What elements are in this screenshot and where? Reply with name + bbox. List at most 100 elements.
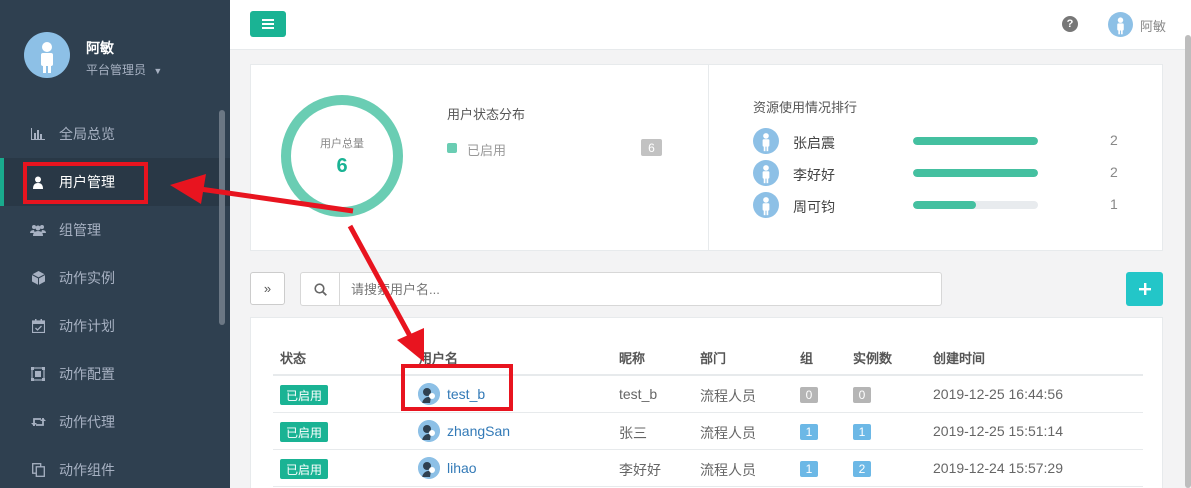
avatar — [753, 192, 779, 218]
avatar — [418, 457, 440, 479]
config-icon — [30, 366, 46, 382]
sidebar-scrollbar[interactable] — [219, 110, 225, 325]
column-header-instances[interactable]: 实例数 — [853, 348, 892, 367]
users-icon — [30, 222, 46, 238]
department-cell: 流程人员 — [700, 462, 756, 478]
ranking-progress-bar — [913, 137, 1038, 145]
expand-button[interactable]: » — [250, 272, 285, 305]
table-row: 已启用 zhangSan 张三 流程人员 1 1 2019-12-25 15:5… — [273, 413, 1143, 450]
sidebar-item-overview[interactable]: 全局总览 — [0, 110, 230, 158]
sidebar-item-action-instances[interactable]: 动作实例 — [0, 254, 230, 302]
profile-role-label: 平台管理员 — [86, 63, 147, 77]
annotation-highlight-box — [23, 162, 148, 204]
status-badge: 已启用 — [280, 459, 329, 479]
sidebar-item-action-agents[interactable]: 动作代理 — [0, 398, 230, 446]
page-scrollbar[interactable] — [1185, 35, 1191, 488]
ranking-progress-fill — [913, 137, 1038, 145]
search-addon — [301, 273, 340, 305]
ranking-count: 1 — [1110, 196, 1118, 212]
department-cell: 流程人员 — [700, 425, 756, 441]
stats-panel: 用户总量 6 用户状态分布 已启用 6 资源使用情况排行 张启震 2 李好好 2… — [250, 64, 1163, 251]
cube-icon — [30, 270, 46, 286]
username-link[interactable]: lihao — [447, 460, 477, 476]
double-chevron-right-icon: » — [263, 281, 272, 296]
column-header-group[interactable]: 组 — [800, 348, 813, 367]
username-link[interactable]: zhangSan — [447, 423, 510, 439]
avatar — [418, 420, 440, 442]
group-count-badge: 1 — [800, 461, 818, 477]
user-silhouette-icon — [762, 133, 770, 152]
help-icon[interactable]: ? — [1062, 16, 1078, 32]
total-users-label: 用户总量 — [320, 137, 364, 150]
hamburger-icon — [262, 19, 274, 29]
search-icon — [313, 282, 327, 296]
department-cell: 流程人员 — [700, 388, 756, 404]
sidebar-item-action-plans[interactable]: 动作计划 — [0, 302, 230, 350]
legend-label: 已启用 — [467, 143, 507, 158]
user-silhouette-icon — [41, 42, 53, 73]
ranking-name: 李好好 — [793, 167, 835, 183]
instance-count-badge: 2 — [853, 461, 871, 477]
nickname-cell: 张三 — [619, 425, 647, 441]
sidebar-item-label: 动作组件 — [59, 462, 115, 478]
topbar-user-name[interactable]: 阿敏 — [1140, 16, 1166, 35]
column-header-created[interactable]: 创建时间 — [933, 348, 985, 367]
ranking-progress-bar — [913, 201, 1038, 209]
distribution-title: 用户状态分布 — [447, 107, 526, 122]
profile-section: 阿敏 平台管理员 ▼ — [0, 0, 230, 110]
ranking-row: 周可钧 1 — [753, 192, 1133, 218]
user-silhouette-icon — [762, 165, 770, 184]
avatar[interactable] — [24, 32, 70, 78]
total-users-value: 6 — [336, 154, 348, 177]
total-users-ring: 用户总量 6 — [281, 95, 403, 217]
sidebar-item-groups[interactable]: 组管理 — [0, 206, 230, 254]
column-header-status[interactable]: 状态 — [280, 348, 306, 367]
calendar-icon — [30, 318, 46, 334]
sidebar-item-action-components[interactable]: 动作组件 — [0, 446, 230, 488]
legend-swatch — [447, 143, 457, 153]
user-silhouette-icon — [1117, 17, 1124, 35]
ranking-progress-fill — [913, 169, 1038, 177]
caret-down-icon: ▼ — [153, 66, 163, 76]
copy-icon — [30, 462, 46, 478]
add-user-button[interactable] — [1126, 272, 1163, 306]
ranking-progress-bar — [913, 169, 1038, 177]
annotation-highlight-box — [401, 364, 513, 411]
sidebar-item-label: 动作计划 — [59, 318, 115, 334]
avatar — [753, 160, 779, 186]
sidebar: 阿敏 平台管理员 ▼ 全局总览 用户管理 组管理 动作实例 动作计划 动作配置 … — [0, 0, 230, 488]
user-silhouette-icon — [762, 197, 770, 216]
group-count-badge: 0 — [800, 387, 818, 403]
sidebar-item-action-config[interactable]: 动作配置 — [0, 350, 230, 398]
sidebar-item-label: 全局总览 — [59, 126, 115, 142]
instance-count-badge: 1 — [853, 424, 871, 440]
sidebar-item-label: 动作实例 — [59, 270, 115, 286]
nickname-cell: 李好好 — [619, 462, 661, 478]
search-input[interactable] — [341, 273, 941, 305]
ranking-name: 张启震 — [793, 135, 835, 151]
plus-icon — [1138, 283, 1151, 295]
table-row: 已启用 lihao 李好好 流程人员 1 2 2019-12-24 15:57:… — [273, 450, 1143, 487]
profile-role-dropdown[interactable]: 平台管理员 ▼ — [86, 61, 162, 78]
ranking-count: 2 — [1110, 164, 1118, 180]
ranking-name: 周可钧 — [793, 199, 835, 215]
sidebar-item-label: 动作代理 — [59, 414, 115, 430]
status-badge: 已启用 — [280, 422, 329, 442]
menu-toggle-button[interactable] — [250, 11, 286, 37]
topbar: ? 阿敏 — [230, 0, 1191, 50]
nickname-cell: test_b — [619, 386, 658, 402]
ranking-title: 资源使用情况排行 — [753, 100, 858, 115]
status-badge: 已启用 — [280, 385, 329, 405]
sidebar-item-label: 组管理 — [59, 222, 101, 238]
avatar[interactable] — [1108, 12, 1133, 37]
column-header-department[interactable]: 部门 — [700, 348, 726, 367]
created-time-cell: 2019-12-25 16:44:56 — [933, 386, 1063, 402]
ranking-count: 2 — [1110, 132, 1118, 148]
column-header-nickname[interactable]: 昵称 — [619, 348, 645, 367]
instance-count-badge: 0 — [853, 387, 871, 403]
legend-count-badge: 6 — [641, 139, 662, 156]
ranking-row: 张启震 2 — [753, 128, 1133, 154]
created-time-cell: 2019-12-25 15:51:14 — [933, 423, 1063, 439]
user-avatar-icon — [418, 420, 440, 442]
ranking-row: 李好好 2 — [753, 160, 1133, 186]
